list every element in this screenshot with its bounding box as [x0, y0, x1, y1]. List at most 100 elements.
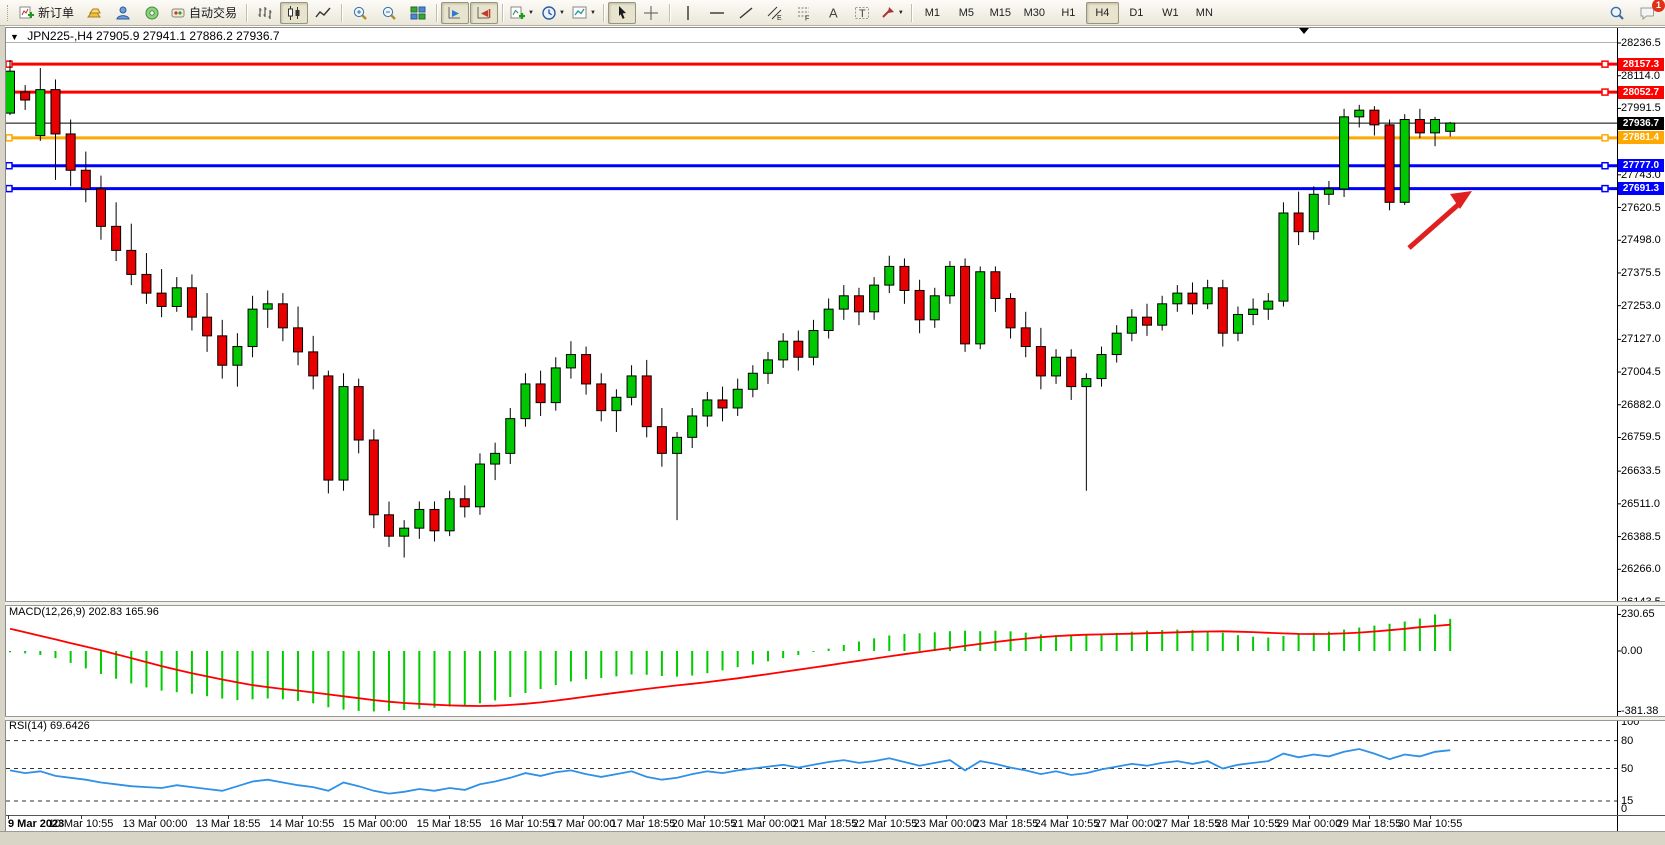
hline-27691.3[interactable] — [6, 186, 1617, 192]
crosshair-button[interactable] — [637, 2, 665, 24]
price-tick-label: 26882.0 — [1621, 399, 1661, 411]
chart-template-button[interactable]: ▼ — [569, 2, 599, 24]
line-chart-icon — [315, 5, 331, 21]
timeframe-label: MN — [1196, 7, 1213, 19]
market-signal-button[interactable] — [138, 2, 166, 24]
line-chart-button[interactable] — [309, 2, 337, 24]
price-tick-label: 27620.5 — [1621, 202, 1661, 214]
rsi-line — [10, 749, 1450, 794]
svg-text:A: A — [829, 5, 838, 20]
time-label: 29 Mar 18:55 — [1337, 818, 1402, 830]
price-tick-label: 26511.0 — [1621, 498, 1660, 510]
price-badge-27936.7: 27936.7 — [1618, 117, 1664, 130]
svg-text:T: T — [859, 8, 866, 20]
bar-chart-icon — [257, 5, 273, 21]
chevron-down-icon[interactable]: ▼ — [559, 10, 565, 16]
price-badge-27881.4: 27881.4 — [1618, 131, 1664, 144]
price-badge-27777.0: 27777.0 — [1618, 159, 1664, 172]
pane-splitter-rsi[interactable] — [5, 716, 1665, 721]
timeframe-label: H4 — [1095, 7, 1109, 19]
expert-advisor-button[interactable] — [109, 2, 137, 24]
macd-values: 202.83 165.96 — [88, 606, 158, 618]
chart-title-bar: ▼ JPN225-,H4 27905.9 27941.1 27886.2 279… — [10, 29, 280, 43]
hline-28157.3[interactable] — [6, 61, 1617, 67]
timeframe-M15[interactable]: M15 — [984, 2, 1017, 24]
timeframe-W1[interactable]: W1 — [1154, 2, 1187, 24]
new-order-label: 新订单 — [36, 4, 76, 21]
trend-arrow[interactable] — [1409, 191, 1472, 248]
chart-dropdown-icon[interactable]: ▼ — [10, 32, 19, 42]
trend-line-icon — [738, 5, 754, 21]
toolbar-separator — [911, 4, 912, 22]
timeframe-M5[interactable]: M5 — [950, 2, 983, 24]
time-label: 21 Mar 00:00 — [732, 818, 797, 830]
timeframe-label: W1 — [1162, 7, 1179, 19]
hline-27777.0[interactable] — [6, 163, 1617, 169]
trend-line-button[interactable] — [732, 2, 760, 24]
timeframe-M1[interactable]: M1 — [916, 2, 949, 24]
chat-button[interactable]: 1 — [1633, 2, 1661, 24]
hline-27881.4[interactable] — [6, 135, 1617, 141]
auto-scroll-button[interactable] — [441, 2, 469, 24]
price-tick-label: 26633.5 — [1621, 465, 1661, 477]
notification-badge: 1 — [1652, 0, 1665, 12]
tile-windows-button[interactable] — [404, 2, 432, 24]
timeframe-MN[interactable]: MN — [1188, 2, 1221, 24]
timeframe-H1[interactable]: H1 — [1052, 2, 1085, 24]
candlestick-chart-button[interactable] — [280, 2, 308, 24]
zoom-out-icon — [381, 5, 397, 21]
price-tick-label: 28114.0 — [1621, 70, 1660, 82]
new-order-button[interactable]: 新订单 — [16, 2, 79, 24]
timeframe-M30[interactable]: M30 — [1018, 2, 1051, 24]
chevron-down-icon[interactable]: ▼ — [528, 10, 534, 16]
chevron-down-icon[interactable]: ▼ — [898, 10, 904, 16]
zoom-out-button[interactable] — [375, 2, 403, 24]
search-button[interactable] — [1603, 2, 1631, 24]
text-button[interactable]: A — [819, 2, 847, 24]
add-indicator-button[interactable]: ▼ — [507, 2, 537, 24]
text-label-button[interactable]: T — [848, 2, 876, 24]
toolbar-separator — [669, 4, 670, 22]
timeframe-label: M30 — [1024, 7, 1045, 19]
svg-text:E: E — [777, 15, 782, 21]
pane-splitter-macd[interactable] — [5, 601, 1665, 606]
arrow-tools-button[interactable]: ▼ — [877, 2, 907, 24]
timeframe-H4[interactable]: H4 — [1086, 2, 1119, 24]
hline-28052.7[interactable] — [6, 89, 1617, 95]
time-label: 15 Mar 00:00 — [343, 818, 408, 830]
price-badge-28157.3: 28157.3 — [1618, 58, 1664, 71]
auto-trading-icon — [170, 5, 186, 21]
chevron-down-icon[interactable]: ▼ — [590, 10, 596, 16]
cursor-button[interactable] — [608, 2, 636, 24]
auto-trading-button[interactable]: 自动交易 — [167, 2, 242, 24]
auto-trading-label: 自动交易 — [187, 4, 239, 21]
horizontal-line-button[interactable] — [703, 2, 731, 24]
time-label: 17 Mar 18:55 — [611, 818, 676, 830]
period-clock-button[interactable]: ▼ — [538, 2, 568, 24]
chart-shift-button[interactable] — [470, 2, 498, 24]
macd-label: MACD(12,26,9) 202.83 165.96 — [9, 606, 159, 618]
gold-bars-button[interactable] — [80, 2, 108, 24]
toolbar-separator — [502, 4, 503, 22]
period-clock-icon — [541, 5, 557, 21]
bar-chart-button[interactable] — [251, 2, 279, 24]
time-label: 29 Mar 00:00 — [1277, 818, 1342, 830]
add-indicator-icon — [510, 5, 526, 21]
timeframe-D1[interactable]: D1 — [1120, 2, 1153, 24]
text-icon: A — [825, 5, 841, 21]
rsi-label: RSI(14) 69.6426 — [9, 720, 90, 732]
vertical-line-button[interactable] — [674, 2, 702, 24]
text-label-icon: T — [854, 5, 870, 21]
zoom-in-button[interactable] — [346, 2, 374, 24]
rsi-tick-label: 80 — [1621, 735, 1633, 747]
equidistant-channel-button[interactable]: E — [761, 2, 789, 24]
macd-signal-line — [10, 625, 1450, 706]
vertical-line-icon — [680, 5, 696, 21]
time-axis — [9, 43, 1622, 819]
price-tick-label: 27127.0 — [1621, 333, 1661, 345]
rsi-tick-label: 50 — [1621, 763, 1633, 775]
fibonacci-button[interactable]: F — [790, 2, 818, 24]
window-left-edge — [0, 26, 5, 845]
rsi-levels — [6, 741, 1617, 801]
time-label: 23 Mar 18:55 — [974, 818, 1039, 830]
